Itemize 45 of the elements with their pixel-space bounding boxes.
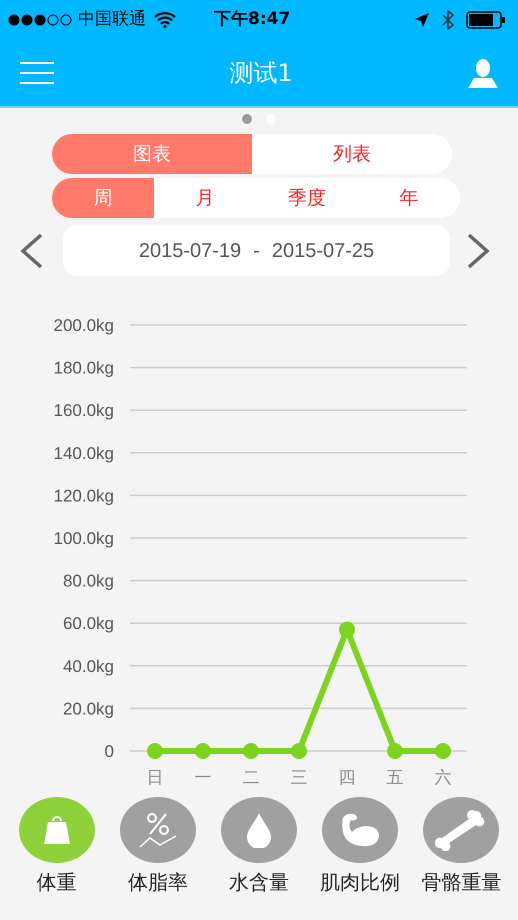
x-axis-label: 五: [386, 768, 404, 787]
bluetooth-icon: [442, 10, 454, 30]
data-point: [243, 743, 259, 759]
x-axis-label: 日: [146, 768, 164, 787]
y-axis-label: 40.0kg: [62, 656, 114, 676]
data-point: [339, 622, 355, 638]
data-point: [291, 743, 307, 759]
date-range-field[interactable]: 2015-07-19 - 2015-07-25: [63, 225, 450, 276]
data-point: [147, 743, 163, 759]
user-profile-icon[interactable]: [468, 58, 498, 88]
y-axis-label: 200.0kg: [54, 316, 114, 335]
metric-tab[interactable]: 体重: [6, 797, 108, 897]
y-axis-label: 80.0kg: [62, 572, 114, 591]
x-axis-label: 一: [194, 768, 212, 787]
y-axis-label: 100.0kg: [54, 529, 114, 548]
y-axis-label: 120.0kg: [54, 486, 114, 506]
data-point: [195, 743, 211, 759]
x-axis-label: 三: [290, 768, 308, 787]
x-axis-label: 二: [242, 768, 260, 787]
y-axis-label: 180.0kg: [54, 358, 114, 378]
x-axis-label: 六: [434, 768, 452, 787]
page-title: 测试1: [229, 58, 293, 89]
water-drop-icon: [246, 812, 272, 848]
status-time: 下午8:47: [214, 8, 290, 32]
location-arrow-icon: [414, 12, 430, 28]
battery-icon: [466, 11, 506, 29]
y-axis-label: 160.0kg: [54, 401, 114, 420]
data-point: [387, 743, 403, 759]
menu-icon[interactable]: [20, 62, 54, 84]
y-axis-label: 140.0kg: [54, 444, 114, 463]
data-point: [435, 743, 451, 759]
wifi-icon: [154, 12, 176, 28]
metric-tab[interactable]: 水含量: [208, 797, 310, 897]
y-axis-label: 20.0kg: [62, 699, 114, 718]
y-axis-label: 60.0kg: [62, 614, 114, 634]
metric-tab[interactable]: 体脂率: [107, 797, 208, 897]
signal-strength-icon: [8, 14, 74, 26]
metric-tab[interactable]: 肌肉比例: [310, 797, 411, 897]
bone-icon: [435, 809, 488, 851]
percent-chart-icon: [138, 811, 178, 849]
y-axis-label: 0: [104, 742, 114, 761]
carrier-name: 中国联通: [78, 8, 146, 32]
metric-tab[interactable]: 骨骼重量: [410, 797, 512, 897]
x-axis-label: 四: [338, 768, 356, 787]
flexed-arm-icon: [339, 812, 382, 848]
